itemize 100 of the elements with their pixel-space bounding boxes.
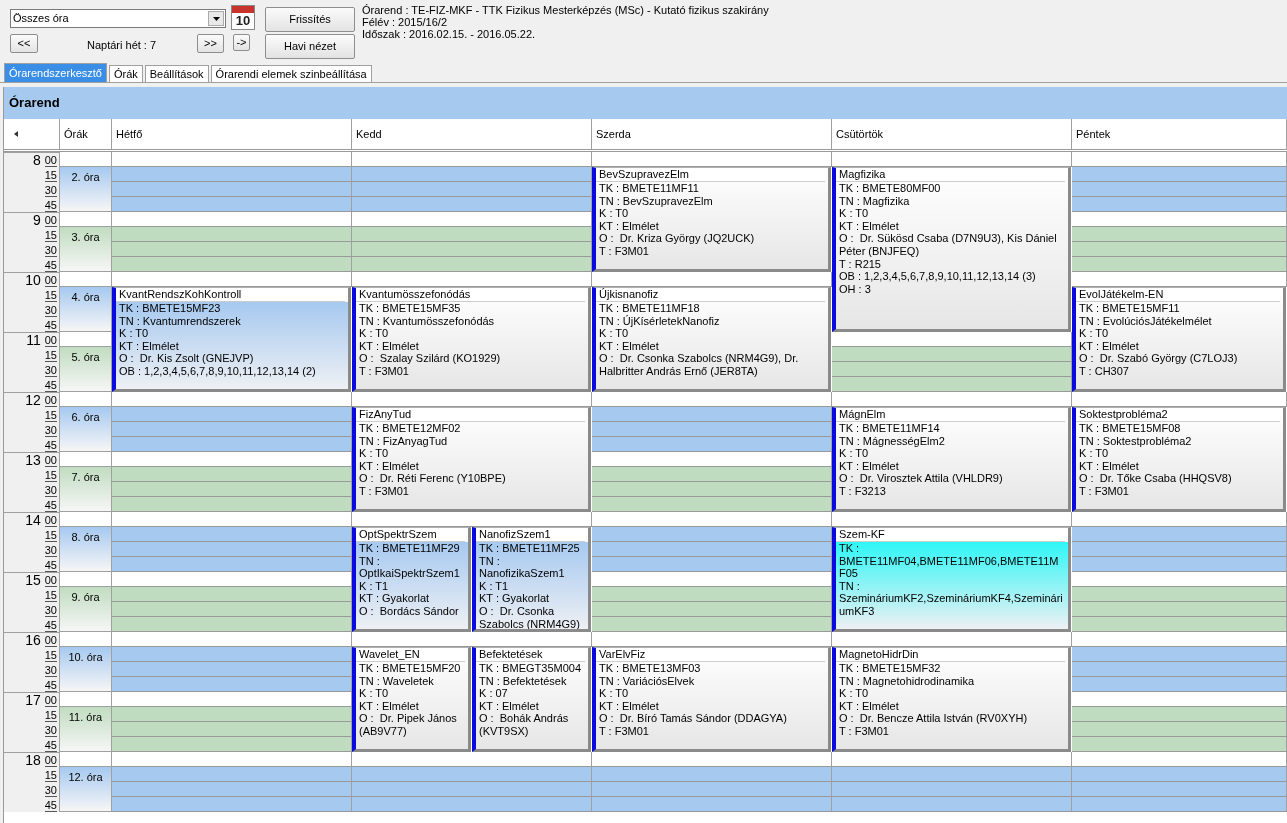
time-slot[interactable] xyxy=(112,647,352,662)
go-button[interactable]: -> xyxy=(233,34,250,51)
time-slot[interactable] xyxy=(112,527,352,542)
time-slot[interactable] xyxy=(592,797,832,812)
time-slot[interactable] xyxy=(352,767,592,782)
time-slot[interactable] xyxy=(1072,167,1287,182)
timetable-event[interactable]: Újkisnanofiz TK : BMETE11MF18 TN : ÚjKísérletekNanofiz K : T0 KT : Elmélet O : Dr. Csonka Szabolcs (NRM4G9), Dr. Halbritter András Ernő (JER8TA) xyxy=(592,287,831,392)
time-slot[interactable] xyxy=(592,482,832,497)
timetable-event[interactable]: EvolJátékelm-EN TK : BMETE15MF11 TN : EvolúciósJátékelmélet K : T0 KT : Elmélet O : Dr. Szabó György (C7LOJ3) T : CH307 xyxy=(1072,287,1286,392)
timetable-event[interactable]: Soktestprobléma2 TK : BMETE15MF08 TN : Soktestprobléma2 K : T0 KT : Elmélet O : Dr. Tőke Csaba (HHQSV8) T : F3M01 xyxy=(1072,407,1286,512)
time-slot[interactable] xyxy=(592,452,832,467)
time-slot[interactable] xyxy=(1072,542,1287,557)
time-slot[interactable] xyxy=(592,467,832,482)
time-slot[interactable] xyxy=(1072,152,1287,167)
time-slot[interactable] xyxy=(1072,722,1287,737)
time-slot[interactable] xyxy=(1072,197,1287,212)
time-slot[interactable] xyxy=(832,632,1072,647)
time-slot[interactable] xyxy=(1072,767,1287,782)
time-slot[interactable] xyxy=(352,752,592,767)
tab[interactable]: Beállítások xyxy=(144,65,209,82)
time-slot[interactable] xyxy=(1072,182,1287,197)
time-slot[interactable] xyxy=(1072,752,1287,767)
time-slot[interactable] xyxy=(352,182,592,197)
time-slot[interactable] xyxy=(592,152,832,167)
time-slot[interactable] xyxy=(1072,257,1287,272)
time-slot[interactable] xyxy=(592,557,832,572)
time-slot[interactable] xyxy=(832,782,1072,797)
tab[interactable]: Órák xyxy=(108,65,143,82)
timetable-event[interactable]: NanofizSzem1 TK : BMETE11MF25 TN : NanofizikaSzem1 K : T1 KT : Gyakorlat O : Dr. Csonka Szabolcs (NRM4G9) xyxy=(472,527,591,632)
time-slot[interactable] xyxy=(112,782,352,797)
timetable-event[interactable]: Wavelet_EN TK : BMETE15MF20 TN : Waveletek K : T0 KT : Elmélet O : Dr. Pipek János (AB9V77) xyxy=(352,647,471,752)
filter-select[interactable]: Összes óra xyxy=(10,9,226,28)
timetable-event[interactable]: MagnetoHidrDin TK : BMETE15MF32 TN : Magnetohidrodinamika K : T0 KT : Elmélet O : Dr. Bencze Attila István (RV0XYH) T : F3M01 xyxy=(832,647,1071,752)
refresh-button[interactable]: Frissítés xyxy=(265,7,355,32)
time-slot[interactable] xyxy=(1072,782,1287,797)
time-slot[interactable] xyxy=(112,722,352,737)
time-slot[interactable] xyxy=(112,767,352,782)
time-slot[interactable] xyxy=(1072,557,1287,572)
time-slot[interactable] xyxy=(112,587,352,602)
time-slot[interactable] xyxy=(112,557,352,572)
time-slot[interactable] xyxy=(112,452,352,467)
time-slot[interactable] xyxy=(112,212,352,227)
time-slot[interactable] xyxy=(112,542,352,557)
time-slot[interactable] xyxy=(832,152,1072,167)
time-slot[interactable] xyxy=(112,152,352,167)
time-slot[interactable] xyxy=(352,152,592,167)
time-slot[interactable] xyxy=(832,797,1072,812)
tab[interactable]: Órarendi elemek szinbeállítása xyxy=(210,65,372,82)
time-slot[interactable] xyxy=(592,272,832,287)
time-slot[interactable] xyxy=(112,257,352,272)
time-slot[interactable] xyxy=(1072,227,1287,242)
time-slot[interactable] xyxy=(592,542,832,557)
time-slot[interactable] xyxy=(112,662,352,677)
time-slot[interactable] xyxy=(592,422,832,437)
time-slot[interactable] xyxy=(1072,242,1287,257)
time-slot[interactable] xyxy=(112,617,352,632)
time-slot[interactable] xyxy=(1072,692,1287,707)
time-slot[interactable] xyxy=(112,497,352,512)
time-slot[interactable] xyxy=(1072,602,1287,617)
time-slot[interactable] xyxy=(112,242,352,257)
time-slot[interactable] xyxy=(832,332,1072,347)
time-slot[interactable] xyxy=(1072,392,1287,407)
time-slot[interactable] xyxy=(112,437,352,452)
time-slot[interactable] xyxy=(112,677,352,692)
time-slot[interactable] xyxy=(592,497,832,512)
timetable-event[interactable]: Magfizika TK : BMETE80MF00 TN : Magfizika K : T0 KT : Elmélet O : Dr. Sükösd Csaba (D7N9U3), Kis Dániel Péter (BNJFEQ) T : R215 OB : 1,2,3,4,5,6,7,8,9,10,11,12,13,14 (3) OH : 3 xyxy=(832,167,1071,332)
time-slot[interactable] xyxy=(352,392,592,407)
time-slot[interactable] xyxy=(832,752,1072,767)
scroll-left-icon[interactable] xyxy=(14,131,18,137)
time-slot[interactable] xyxy=(592,752,832,767)
monthly-view-button[interactable]: Havi nézet xyxy=(265,34,355,59)
time-slot[interactable] xyxy=(1072,587,1287,602)
time-slot[interactable] xyxy=(1072,677,1287,692)
time-slot[interactable] xyxy=(352,227,592,242)
time-slot[interactable] xyxy=(112,797,352,812)
time-slot[interactable] xyxy=(112,602,352,617)
time-slot[interactable] xyxy=(112,737,352,752)
time-slot[interactable] xyxy=(832,767,1072,782)
next-week-button[interactable]: >> xyxy=(197,34,224,53)
time-slot[interactable] xyxy=(592,617,832,632)
time-slot[interactable] xyxy=(592,632,832,647)
time-slot[interactable] xyxy=(592,572,832,587)
time-slot[interactable] xyxy=(1072,662,1287,677)
timetable-event[interactable]: BevSzupravezElm TK : BMETE11MF11 TN : BevSzupravezElm K : T0 KT : Elmélet O : Dr. Kriza György (JQ2UCK) T : F3M01 xyxy=(592,167,831,272)
time-slot[interactable] xyxy=(352,242,592,257)
time-slot[interactable] xyxy=(592,527,832,542)
time-slot[interactable] xyxy=(112,482,352,497)
timetable-event[interactable]: OptSpektrSzem TK : BMETE11MF29 TN : OptIkaiSpektrSzem1 K : T1 KT : Gyakorlat O : Bordács Sándor xyxy=(352,527,471,632)
time-slot[interactable] xyxy=(1072,527,1287,542)
previous-week-button[interactable]: << xyxy=(10,34,38,53)
time-slot[interactable] xyxy=(112,632,352,647)
time-slot[interactable] xyxy=(112,182,352,197)
time-slot[interactable] xyxy=(1072,272,1287,287)
time-slot[interactable] xyxy=(1072,632,1287,647)
time-slot[interactable] xyxy=(352,212,592,227)
time-slot[interactable] xyxy=(112,707,352,722)
timetable-event[interactable]: Kvantumösszefonódás TK : BMETE15MF35 TN : Kvantumösszefonódás K : T0 KT : Elmélet O : Szalay Szilárd (KO1929) T : F3M01 xyxy=(352,287,591,392)
timetable-event[interactable]: FizAnyTud TK : BMETE12MF02 TN : FizAnyagTud K : T0 KT : Elmélet O : Dr. Réti Ferenc (Y10BPE) T : F3M01 xyxy=(352,407,591,512)
time-slot[interactable] xyxy=(1072,572,1287,587)
time-slot[interactable] xyxy=(592,587,832,602)
